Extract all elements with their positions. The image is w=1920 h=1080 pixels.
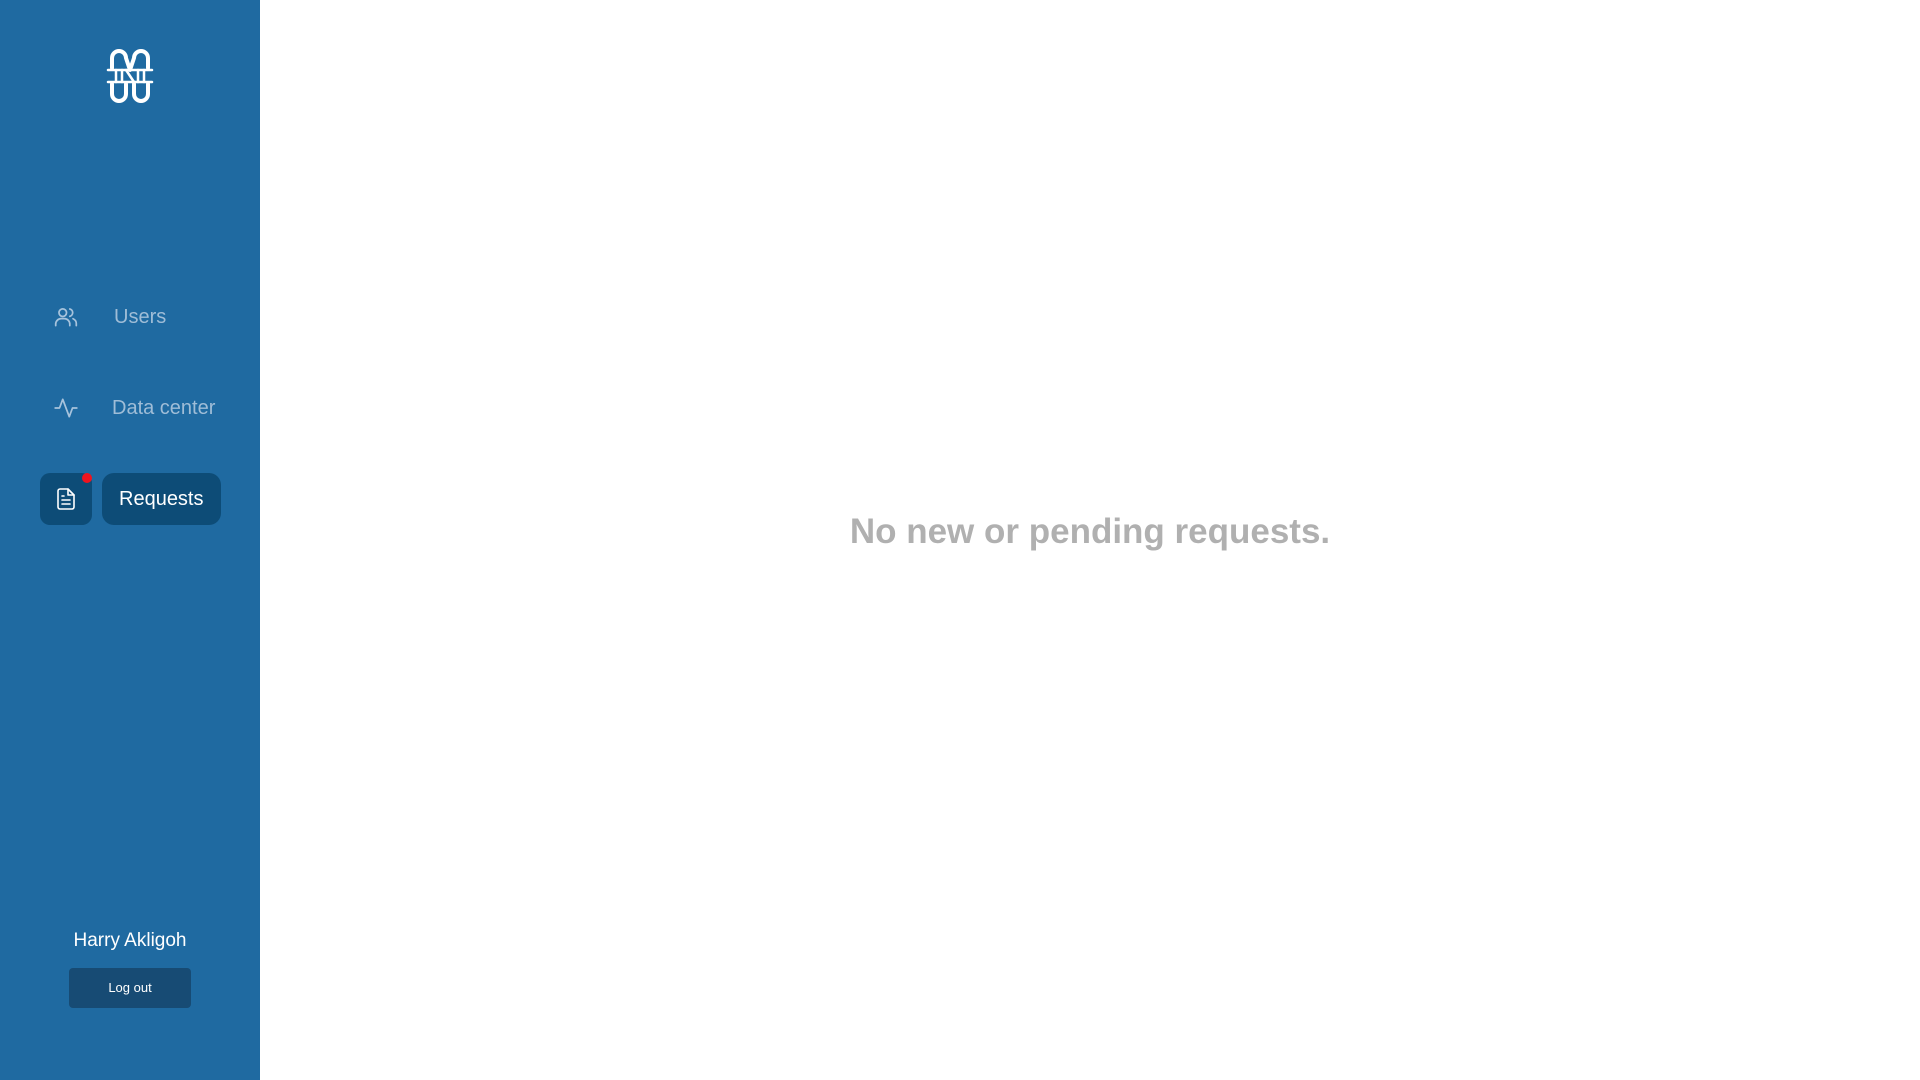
sidebar-item-label: Data center (112, 397, 216, 419)
user-name: Harry Akligoh (73, 930, 187, 951)
users-icon (40, 291, 92, 343)
sidebar: Users Data center Requests Harry Akligoh (0, 0, 260, 1080)
sidebar-item-label: Users (114, 306, 167, 328)
sidebar-item-label: Requests (102, 473, 221, 525)
main-content: No new or pending requests. (260, 0, 1920, 1080)
activity-pulse-icon (40, 382, 92, 434)
notification-dot (82, 473, 92, 483)
stylized-m-logo-icon[interactable] (104, 48, 156, 104)
app-root: Users Data center Requests Harry Akligoh (0, 0, 1920, 1080)
logout-button[interactable]: Log out (69, 968, 191, 1008)
empty-state-message: No new or pending requests. (849, 512, 1331, 551)
